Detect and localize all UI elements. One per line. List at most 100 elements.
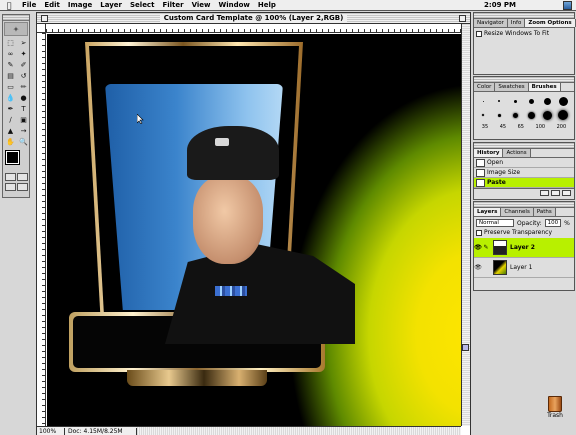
- menu-file[interactable]: File: [18, 1, 40, 9]
- tab-channels[interactable]: Channels: [501, 208, 534, 216]
- horizontal-scrollbar[interactable]: [137, 427, 461, 435]
- resize-windows-checkbox[interactable]: [476, 30, 482, 37]
- zoom-tool-icon[interactable]: 🔍: [17, 136, 30, 147]
- brush-preset[interactable]: [476, 95, 490, 107]
- dodge-tool-icon[interactable]: ●: [17, 92, 30, 103]
- brush-preset[interactable]: [508, 109, 522, 121]
- photoshop-logo-icon[interactable]: ✦: [4, 22, 28, 36]
- close-box-icon[interactable]: [41, 15, 48, 22]
- paint-bucket-tool-icon[interactable]: ▲: [4, 125, 17, 136]
- new-snapshot-button[interactable]: [551, 190, 560, 196]
- brush-preset[interactable]: [524, 95, 538, 107]
- brush-preset[interactable]: [540, 95, 554, 107]
- layer-visibility-eye-icon[interactable]: 👁: [474, 244, 482, 251]
- preserve-transparency-checkbox[interactable]: [476, 229, 482, 236]
- layer-brush-icon[interactable]: ✎: [482, 244, 490, 251]
- menu-image[interactable]: Image: [64, 1, 96, 9]
- new-document-button[interactable]: [540, 190, 549, 196]
- tab-layers[interactable]: Layers: [474, 208, 502, 216]
- officer-face: [193, 176, 263, 264]
- brush-preset[interactable]: [524, 109, 538, 121]
- tab-history[interactable]: History: [474, 149, 504, 157]
- quick-mask-mode-button[interactable]: [17, 173, 28, 181]
- trash-can-icon: [548, 396, 562, 412]
- menu-layer[interactable]: Layer: [96, 1, 126, 9]
- tab-paths[interactable]: Paths: [533, 208, 556, 216]
- gradient-tool-icon[interactable]: ▣: [17, 114, 30, 125]
- brush-preset[interactable]: [508, 95, 522, 107]
- resize-windows-label: Resize Windows To Fit: [484, 30, 550, 37]
- measure-tool-icon[interactable]: ∕: [4, 114, 17, 125]
- pasted-officer-photo: [165, 126, 355, 344]
- application-menu-icon[interactable]: [563, 1, 572, 10]
- blur-tool-icon[interactable]: 💧: [4, 92, 17, 103]
- tab-color[interactable]: Color: [474, 83, 496, 91]
- tab-navigator[interactable]: Navigator: [474, 19, 508, 27]
- ruler-origin[interactable]: [37, 24, 46, 33]
- standard-screen-mode-button[interactable]: [5, 183, 16, 191]
- brush-preset[interactable]: [540, 109, 554, 121]
- history-brush-tool-icon[interactable]: ↺: [17, 70, 30, 81]
- menu-window[interactable]: Window: [215, 1, 254, 9]
- rubber-stamp-tool-icon[interactable]: ▤: [4, 70, 17, 81]
- menu-view[interactable]: View: [188, 1, 215, 9]
- officer-uniform: [165, 244, 355, 344]
- eyedropper-tool-icon[interactable]: →: [17, 125, 30, 136]
- history-state-paste[interactable]: Paste: [474, 178, 574, 188]
- cap-badge-icon: [215, 138, 229, 146]
- pencil-tool-icon[interactable]: ✏: [17, 81, 30, 92]
- type-tool-icon[interactable]: T: [17, 103, 30, 114]
- zoom-box-icon[interactable]: [459, 15, 466, 22]
- document-size-info[interactable]: Doc: 4.15M/8.25M: [65, 427, 137, 435]
- tool-palette-titlebar[interactable]: [3, 15, 29, 21]
- tab-zoom-options[interactable]: Zoom Options: [525, 19, 576, 27]
- vertical-scroll-thumb[interactable]: [462, 344, 469, 351]
- history-state-image-size[interactable]: Image Size: [474, 168, 574, 178]
- menu-help[interactable]: Help: [254, 1, 280, 9]
- tab-swatches[interactable]: Swatches: [495, 83, 529, 91]
- tab-actions[interactable]: Actions: [503, 149, 531, 157]
- brush-preset[interactable]: [476, 109, 490, 121]
- lasso-tool-icon[interactable]: ∞: [4, 48, 17, 59]
- layer-visibility-eye-icon[interactable]: 👁: [474, 264, 482, 271]
- opacity-field[interactable]: 100: [544, 219, 562, 227]
- eraser-tool-icon[interactable]: ▭: [4, 81, 17, 92]
- paintbrush-tool-icon[interactable]: ✐: [17, 59, 30, 70]
- layer-name: Layer 1: [510, 264, 533, 271]
- magic-wand-tool-icon[interactable]: ✦: [17, 48, 30, 59]
- brush-preset[interactable]: [556, 95, 570, 107]
- layer-row-layer-1[interactable]: 👁 Layer 1: [474, 258, 574, 278]
- zoom-level-field[interactable]: 100%: [37, 427, 65, 435]
- vertical-ruler[interactable]: [37, 33, 46, 426]
- hand-tool-icon[interactable]: ✋: [4, 136, 17, 147]
- vertical-scrollbar[interactable]: [461, 24, 470, 426]
- history-state-open[interactable]: Open: [474, 158, 574, 168]
- foreground-color-swatch[interactable]: [5, 150, 20, 165]
- full-screen-mode-button[interactable]: [17, 183, 28, 191]
- brush-preset[interactable]: [492, 109, 506, 121]
- pen-tool-icon[interactable]: ✒: [4, 103, 17, 114]
- tab-brushes[interactable]: Brushes: [528, 83, 561, 91]
- menu-select[interactable]: Select: [126, 1, 158, 9]
- delete-state-button[interactable]: [562, 190, 571, 196]
- tab-info[interactable]: Info: [507, 19, 526, 27]
- airbrush-tool-icon[interactable]: ✎: [4, 59, 17, 70]
- menu-edit[interactable]: Edit: [40, 1, 64, 9]
- document-titlebar[interactable]: Custom Card Template @ 100% (Layer 2,RGB…: [37, 13, 470, 24]
- image-canvas[interactable]: [47, 34, 462, 426]
- brush-preset[interactable]: [492, 95, 506, 107]
- apple-menu-icon[interactable]: : [0, 1, 18, 10]
- document-window: Custom Card Template @ 100% (Layer 2,RGB…: [36, 12, 471, 435]
- blend-mode-select[interactable]: Normal: [476, 219, 514, 227]
- mouse-pointer-icon: [137, 114, 144, 124]
- marquee-tool-icon[interactable]: ⬚: [4, 37, 17, 48]
- brush-preset[interactable]: [556, 109, 570, 121]
- layer-row-layer-2[interactable]: 👁 ✎ Layer 2: [474, 238, 574, 258]
- opacity-unit: %: [564, 219, 570, 227]
- trash-desktop-icon[interactable]: Trash: [540, 396, 570, 419]
- standard-mode-button[interactable]: [5, 173, 16, 181]
- horizontal-ruler[interactable]: [46, 24, 461, 33]
- move-tool-icon[interactable]: ➢: [17, 37, 30, 48]
- brush-grid: [474, 92, 574, 124]
- menu-filter[interactable]: Filter: [158, 1, 187, 9]
